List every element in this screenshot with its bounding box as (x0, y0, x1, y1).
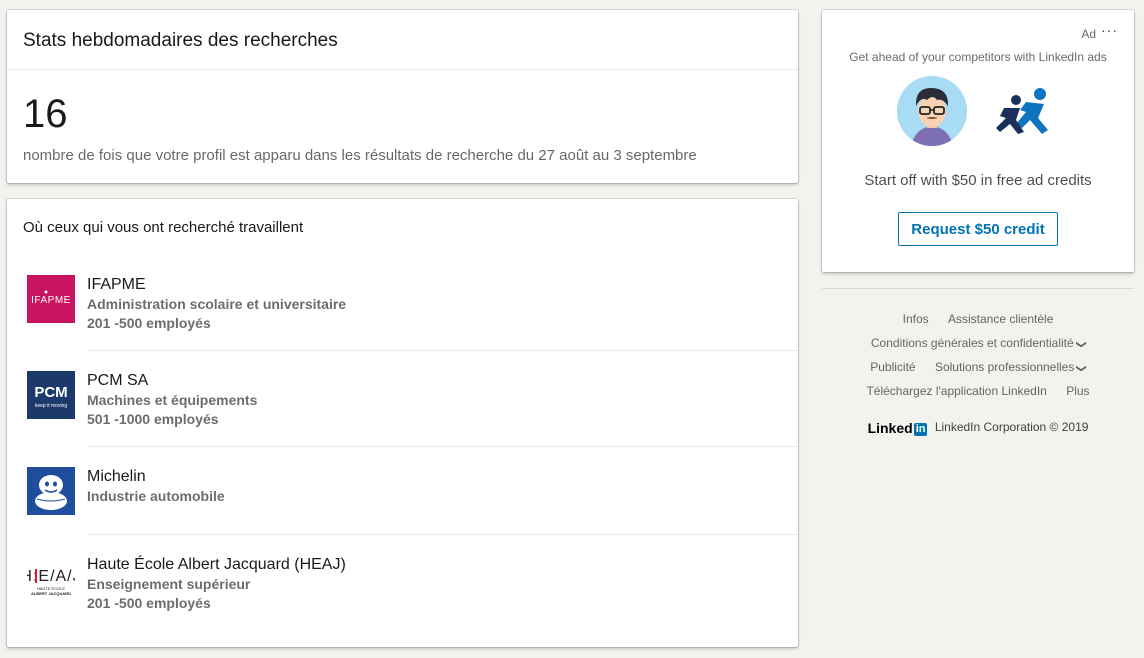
footer-link-support[interactable]: Assistance clientèle (948, 312, 1053, 326)
chevron-down-icon: ❯ (1075, 340, 1087, 349)
company-name: Michelin (87, 468, 146, 485)
footer-link-business-label: Solutions professionnelles (934, 360, 1075, 374)
linkedin-logo: Linked in (868, 420, 928, 436)
ad-offer: Start off with $50 in free ad credits (864, 172, 1092, 189)
ifapme-logo: IFAPME (27, 275, 75, 323)
heaj-logo: H:E/A/J HAUTE ÉCOLE ALBERT JACQUARD (27, 559, 75, 607)
company-industry: Machines et équipements (87, 392, 258, 408)
svg-text:keep it moving: keep it moving (35, 403, 67, 409)
footer-row: Conditions générales et confidentialité ❯ (822, 336, 1134, 350)
michelin-logo (27, 467, 75, 515)
company-size: 201 -500 employés (87, 315, 211, 331)
request-credit-button[interactable]: Request $50 credit (898, 212, 1058, 246)
company-size: 501 -1000 employés (87, 411, 219, 427)
company-industry: Administration scolaire et universitaire (87, 296, 347, 312)
company-item-michelin[interactable]: Michelin Industrie automobile (23, 467, 795, 517)
svg-text:IFAPME: IFAPME (31, 295, 71, 306)
companies-title: Où ceux qui vous ont recherché travaille… (23, 219, 304, 236)
search-count-description: nombre de fois que votre profil est appa… (23, 147, 697, 164)
company-name: PCM SA (87, 372, 149, 389)
footer-row: Publicité Solutions professionnelles ❯ (822, 360, 1134, 374)
footer-divider (822, 288, 1134, 289)
svg-text:PCM: PCM (34, 384, 67, 401)
copyright-text: LinkedIn Corporation © 2019 (934, 420, 1089, 435)
divider (87, 534, 798, 535)
footer-link-more[interactable]: Plus (1066, 384, 1089, 398)
avatar (897, 76, 967, 146)
chevron-down-icon: ❯ (1076, 364, 1088, 373)
ad-card: Ad ··· Get ahead of your competitors wit… (822, 10, 1134, 272)
linkedin-logo-box: in (913, 423, 928, 436)
copyright: Linked in LinkedIn Corporation © 2019 (822, 420, 1134, 436)
footer-link-download-app[interactable]: Téléchargez l'application LinkedIn (866, 384, 1046, 398)
company-name: IFAPME (87, 276, 146, 293)
company-industry: Industrie automobile (87, 488, 225, 504)
divider (87, 446, 798, 447)
footer-link-terms-label: Conditions générales et confidentialité (870, 336, 1074, 350)
footer-link-infos[interactable]: Infos (903, 312, 929, 326)
company-size: 201 -500 employés (87, 595, 211, 611)
divider (87, 350, 798, 351)
footer-link-business-solutions[interactable]: Solutions professionnelles ❯ (934, 360, 1088, 374)
ad-label: Ad (1081, 27, 1096, 41)
searcher-companies-card: Où ceux qui vous ont recherché travaille… (7, 199, 798, 647)
search-count[interactable]: 16 (23, 92, 68, 137)
company-name: Haute École Albert Jacquard (HEAJ) (87, 556, 346, 573)
pcm-logo: PCM keep it moving (27, 371, 75, 419)
footer-row: Infos Assistance clientèle (822, 312, 1134, 326)
stats-card: Stats hebdomadaires des recherches 16 no… (7, 10, 798, 183)
ad-tagline: Get ahead of your competitors with Linke… (849, 50, 1107, 64)
running-figures-icon (986, 86, 1058, 142)
linkedin-logo-word: Linked (867, 420, 913, 436)
company-item-pcm-sa[interactable]: PCM keep it moving PCM SA Machines et éq… (23, 371, 795, 427)
stats-title: Stats hebdomadaires des recherches (7, 10, 798, 70)
company-item-ifapme[interactable]: IFAPME IFAPME Administration scolaire et… (23, 275, 795, 331)
company-item-heaj[interactable]: H:E/A/J HAUTE ÉCOLE ALBERT JACQUARD Haut… (23, 555, 795, 615)
footer-link-terms[interactable]: Conditions générales et confidentialité ❯ (870, 336, 1087, 350)
company-industry: Enseignement supérieur (87, 576, 251, 592)
svg-text:ALBERT JACQUARD: ALBERT JACQUARD (31, 591, 71, 596)
svg-text:H:E/A/J: H:E/A/J (27, 568, 75, 585)
footer-row: Téléchargez l'application LinkedIn Plus (822, 384, 1134, 398)
footer-link-advertising[interactable]: Publicité (870, 360, 915, 374)
more-options-icon[interactable]: ··· (1101, 22, 1118, 38)
